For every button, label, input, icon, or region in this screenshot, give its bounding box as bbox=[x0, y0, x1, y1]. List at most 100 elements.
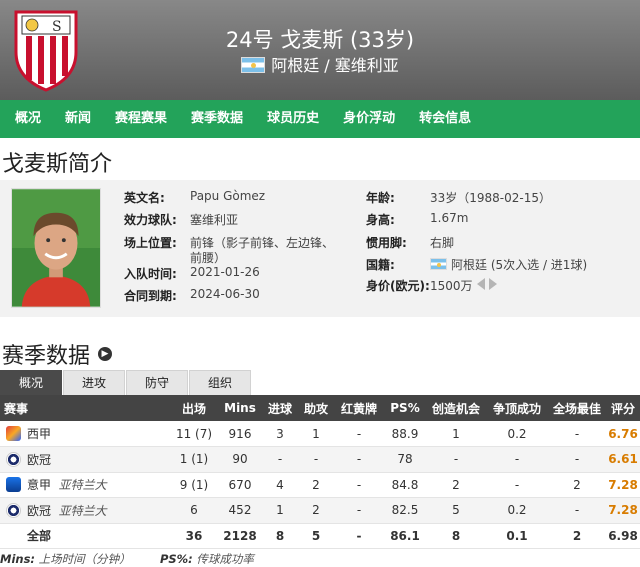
foot-label: 惯用脚: bbox=[366, 236, 407, 250]
aerial-cell: 0.2 bbox=[486, 497, 548, 524]
goals-cell: - bbox=[262, 446, 298, 473]
nav-transfers[interactable]: 转会信息 bbox=[407, 100, 483, 138]
contract-value: 2024-06-30 bbox=[190, 287, 260, 301]
join-date-value: 2021-01-26 bbox=[190, 265, 260, 279]
nav-season-stats[interactable]: 赛季数据 bbox=[179, 100, 255, 138]
chances-cell: 5 bbox=[426, 497, 486, 524]
apps-cell: 6 bbox=[170, 497, 218, 524]
apps-cell: 36 bbox=[170, 523, 218, 549]
competition-name[interactable]: 欧冠 bbox=[27, 453, 51, 467]
argentina-flag-icon bbox=[430, 258, 447, 270]
english-name-label: 英文名: bbox=[124, 191, 165, 205]
ps-cell: 84.8 bbox=[384, 472, 426, 498]
season-section: 赛季数据 ▶ bbox=[0, 338, 113, 370]
argentina-flag-icon bbox=[241, 57, 266, 73]
competition-name[interactable]: 欧冠 bbox=[27, 504, 51, 518]
value-trend-arrows-icon[interactable] bbox=[477, 277, 497, 291]
cards-cell: - bbox=[334, 497, 384, 524]
ps-cell: 78 bbox=[384, 446, 426, 473]
mins-cell: 670 bbox=[218, 472, 262, 498]
profile-section-title: 戈麦斯简介 bbox=[2, 152, 113, 177]
col-apps: 出场 bbox=[170, 395, 218, 421]
nav-fixtures[interactable]: 赛程赛果 bbox=[103, 100, 179, 138]
rating-cell: 6.76 bbox=[606, 421, 640, 447]
motm-cell: - bbox=[548, 446, 606, 473]
competition-name[interactable]: 意甲 bbox=[27, 478, 51, 492]
nav-news[interactable]: 新闻 bbox=[53, 100, 103, 138]
assists-cell: - bbox=[298, 446, 334, 473]
rating-cell: 7.28 bbox=[606, 472, 640, 498]
tab-defense[interactable]: 防守 bbox=[126, 370, 188, 395]
assists-cell: 2 bbox=[298, 497, 334, 524]
col-competition: 赛事 bbox=[0, 395, 170, 421]
rating-cell: 7.28 bbox=[606, 497, 640, 524]
nationality-text: 阿根廷 (5次入选 / 进1球) bbox=[451, 258, 588, 272]
club-value[interactable]: 塞维利亚 bbox=[190, 211, 238, 228]
goals-cell: 1 bbox=[262, 497, 298, 524]
seriea-icon bbox=[6, 477, 21, 493]
ps-cell: 82.5 bbox=[384, 497, 426, 524]
col-assists: 助攻 bbox=[298, 395, 334, 421]
cards-cell: - bbox=[334, 523, 384, 549]
market-value-label: 身价(欧元): bbox=[366, 279, 430, 293]
ps-key: PS%: bbox=[159, 552, 193, 566]
mins-cell: 452 bbox=[218, 497, 262, 524]
mins-desc: 上场时间（分钟） bbox=[35, 552, 131, 566]
height-label: 身高: bbox=[366, 213, 395, 227]
col-cards: 红黄牌 bbox=[334, 395, 384, 421]
season-stats-table: 赛事 出场 Mins 进球 助攻 红黄牌 PS% 创造机会 争顶成功 全场最佳 … bbox=[0, 395, 640, 549]
aerial-cell: 0.1 bbox=[486, 523, 548, 549]
ucl-icon bbox=[6, 502, 21, 518]
col-chances: 创造机会 bbox=[426, 395, 486, 421]
nationality-label: 国籍: bbox=[366, 258, 395, 272]
mins-key: Mins: bbox=[0, 552, 36, 566]
ps-cell: 88.9 bbox=[384, 421, 426, 447]
chances-cell: 1 bbox=[426, 421, 486, 447]
season-section-title: 赛季数据 bbox=[2, 344, 91, 369]
ucl-icon bbox=[6, 451, 21, 467]
chances-cell: 8 bbox=[426, 523, 486, 549]
table-row: 意甲 亚特兰大 9 (1) 670 4 2 - 84.8 2 - 2 7.28 bbox=[0, 472, 640, 498]
arrow-right-icon[interactable]: ▶ bbox=[98, 347, 113, 361]
rating-cell: 6.98 bbox=[606, 523, 640, 549]
competition-name[interactable]: 西甲 bbox=[27, 427, 51, 441]
table-row: 欧冠 1 (1) 90 - - - 78 - - - 6.61 bbox=[0, 446, 640, 473]
nav-overview[interactable]: 概况 bbox=[3, 100, 53, 138]
market-value: 1500万 bbox=[430, 279, 473, 293]
nav-value[interactable]: 身价浮动 bbox=[331, 100, 407, 138]
aerial-cell: - bbox=[486, 472, 548, 498]
cards-cell: - bbox=[334, 472, 384, 498]
col-goals: 进球 bbox=[262, 395, 298, 421]
laliga-icon bbox=[6, 426, 21, 441]
tab-attack[interactable]: 进攻 bbox=[63, 370, 125, 395]
main-nav: 概况 新闻 赛程赛果 赛季数据 球员历史 身价浮动 转会信息 bbox=[0, 100, 640, 138]
mins-cell: 90 bbox=[218, 446, 262, 473]
table-row: 西甲 11 (7) 916 3 1 - 88.9 1 0.2 - 6.76 bbox=[0, 421, 640, 447]
col-motm: 全场最佳 bbox=[548, 395, 606, 421]
chances-cell: - bbox=[426, 446, 486, 473]
aerial-cell: - bbox=[486, 446, 548, 473]
nationality-value: 阿根廷 (5次入选 / 进1球) bbox=[430, 256, 587, 273]
ps-cell: 86.1 bbox=[384, 523, 426, 549]
motm-cell: 2 bbox=[548, 472, 606, 498]
goals-cell: 8 bbox=[262, 523, 298, 549]
team-name[interactable]: 亚特兰大 bbox=[59, 478, 107, 492]
col-ps: PS% bbox=[384, 395, 426, 421]
assists-cell: 2 bbox=[298, 472, 334, 498]
team-name[interactable]: 亚特兰大 bbox=[59, 504, 107, 518]
player-photo bbox=[11, 188, 101, 308]
table-total-row: 全部 36 2128 8 5 - 86.1 8 0.1 2 6.98 bbox=[0, 523, 640, 549]
col-mins: Mins bbox=[218, 395, 262, 421]
english-name-value: Papu Gòmez bbox=[190, 189, 266, 203]
tab-overview[interactable]: 概况 bbox=[0, 370, 62, 395]
col-rating: 评分 bbox=[606, 395, 640, 421]
nav-history[interactable]: 球员历史 bbox=[255, 100, 331, 138]
ps-desc: 传球成功率 bbox=[192, 552, 254, 566]
aerial-cell: 0.2 bbox=[486, 421, 548, 447]
apps-cell: 1 (1) bbox=[170, 446, 218, 473]
position-label: 场上位置: bbox=[124, 236, 177, 250]
assists-cell: 5 bbox=[298, 523, 334, 549]
motm-cell: - bbox=[548, 421, 606, 447]
tab-organize[interactable]: 组织 bbox=[189, 370, 251, 395]
goals-cell: 4 bbox=[262, 472, 298, 498]
